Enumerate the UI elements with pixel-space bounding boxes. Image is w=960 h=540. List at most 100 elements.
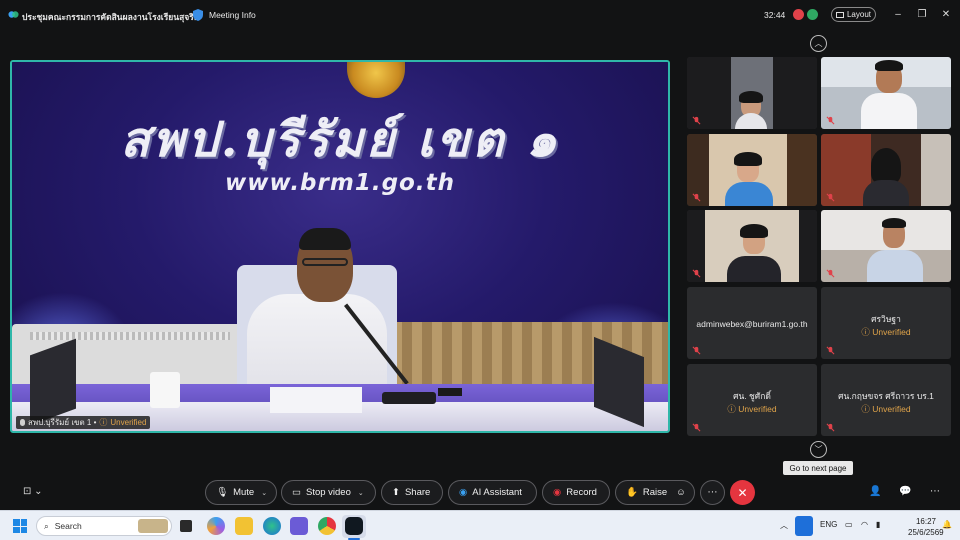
muted-mic-icon: [826, 193, 835, 202]
reactions-icon[interactable]: ☺: [676, 487, 686, 498]
raise-label: Raise: [642, 487, 668, 498]
body: [861, 93, 917, 129]
stop-video-button[interactable]: ▭ Stop video ⌄: [281, 480, 376, 505]
banner-title: สพป.บุรีรัมย์ เขต ๑: [120, 112, 560, 168]
task-view-icon[interactable]: [180, 520, 192, 532]
media-player-icon[interactable]: [290, 517, 308, 535]
copilot-icon[interactable]: [207, 517, 225, 535]
participants-icon[interactable]: 👤: [869, 486, 881, 497]
muted-mic-icon: [826, 423, 835, 432]
speaker-name: สพป.บุรีรัมย์ เขต 1 •: [28, 418, 97, 427]
restore-icon[interactable]: ❐: [916, 9, 928, 21]
participant-tile[interactable]: [687, 57, 817, 129]
chevron-down-icon[interactable]: ⌄: [358, 489, 364, 497]
clock-time: 16:27: [915, 517, 936, 526]
active-speaker-video[interactable]: สพป.บุรีรัมย์ เขต ๑ www.brm1.go.th สพป.บ…: [10, 60, 670, 433]
close-icon[interactable]: ✕: [940, 9, 952, 21]
participant-status: ⓘ Unverified: [861, 404, 911, 414]
leave-meeting-button[interactable]: ✕: [730, 480, 755, 505]
video-camera-icon: ▭: [292, 487, 301, 498]
participant-tile[interactable]: [687, 210, 817, 282]
muted-mic-icon: [692, 116, 701, 125]
search-icon: ⌕: [44, 520, 49, 531]
body: [867, 250, 923, 282]
chrome-browser-icon[interactable]: [318, 517, 336, 535]
display-icon[interactable]: ▭: [845, 520, 853, 529]
participant-tile[interactable]: ศรวิษฐา ⓘ Unverified: [821, 287, 951, 359]
paper: [270, 387, 362, 413]
muted-mic-icon: [692, 269, 701, 278]
more-panels-icon[interactable]: ⋯: [930, 486, 940, 497]
ai-assistant-button[interactable]: ◉ AI Assistant: [448, 480, 537, 505]
language-indicator[interactable]: ENG: [820, 520, 837, 529]
more-options-button[interactable]: ⋯: [700, 480, 725, 505]
participant-tile[interactable]: [821, 57, 951, 129]
taskbar-search[interactable]: ⌕ Search: [36, 516, 172, 536]
participant-status: ⓘ Unverified: [861, 327, 911, 337]
muted-mic-icon: [692, 346, 701, 355]
record-icon: ◉: [553, 487, 562, 498]
search-placeholder: Search: [54, 521, 82, 531]
meeting-timer: 32:44: [764, 10, 786, 20]
layout-button[interactable]: Layout: [831, 7, 876, 22]
windows-start-icon[interactable]: [13, 519, 27, 533]
body: [863, 180, 909, 206]
microphone-base: [382, 392, 436, 404]
status-text: Unverified: [872, 404, 911, 414]
participant-tile[interactable]: ศน.กฤษขจร ศรีถาวร บร.1 ⓘ Unverified: [821, 364, 951, 436]
speaker-name-label: สพป.บุรีรัมย์ เขต 1 • ⓘ Unverified: [16, 416, 151, 429]
status-text: Unverified: [872, 327, 911, 337]
next-page-button[interactable]: ﹀: [810, 441, 827, 458]
participant-tile[interactable]: ศน. ชูศักดิ์ ⓘ Unverified: [687, 364, 817, 436]
mug: [150, 372, 180, 408]
muted-mic-icon: [692, 193, 701, 202]
hair: [740, 224, 768, 238]
muted-mic-icon: [692, 423, 701, 432]
shield-icon[interactable]: [193, 9, 203, 21]
raise-hand-button[interactable]: ✋ Raise ☺: [615, 480, 695, 505]
status-text: Unverified: [738, 404, 777, 414]
muted-mic-icon: [826, 116, 835, 125]
participant-tile[interactable]: adminwebex@buriram1.go.th: [687, 287, 817, 359]
chevron-up-icon[interactable]: ︿: [780, 520, 788, 531]
glasses: [302, 258, 348, 266]
windows-taskbar: ⌕ Search ︿ ENG ▭ ◠ ▮ 16:27 25/6/2569 🔔: [0, 510, 960, 540]
muted-mic-icon: [826, 269, 835, 278]
connection-status-icon: [807, 9, 818, 20]
participant-name: ศรวิษฐา: [871, 314, 901, 324]
edge-browser-icon[interactable]: [263, 517, 281, 535]
participant-name: adminwebex@buriram1.go.th: [696, 319, 808, 329]
meeting-info-link[interactable]: Meeting Info: [209, 10, 256, 20]
muted-mic-icon: [826, 346, 835, 355]
participant-name: ศน.กฤษขจร ศรีถาวร บร.1: [838, 391, 934, 401]
record-button[interactable]: ◉ Record: [542, 480, 610, 505]
chevron-down-icon[interactable]: ⌄: [261, 489, 267, 497]
clock-date: 25/6/2569: [908, 528, 944, 537]
share-icon: ⬆: [392, 487, 400, 498]
microphone-in-use-icon[interactable]: [795, 516, 813, 536]
system-clock[interactable]: 16:27 25/6/2569: [908, 516, 944, 538]
speaker-status: Unverified: [110, 418, 147, 427]
participant-tile[interactable]: [821, 210, 951, 282]
participant-status: ⓘ Unverified: [727, 404, 777, 414]
file-explorer-icon[interactable]: [235, 517, 253, 535]
participant-name: ศน. ชูศักดิ์: [733, 391, 771, 401]
webex-app-icon[interactable]: [345, 517, 363, 535]
mute-button[interactable]: 🎙 Mute ⌄: [205, 480, 277, 505]
hand-icon: ✋: [626, 487, 638, 498]
hair: [882, 218, 906, 228]
participant-tile[interactable]: [687, 134, 817, 206]
previous-page-button[interactable]: ︿: [810, 35, 827, 52]
captions-icon[interactable]: ⊡ ⌄: [23, 486, 43, 497]
hair: [871, 148, 901, 184]
microphone-icon: [20, 419, 25, 426]
share-button[interactable]: ⬆ Share: [381, 480, 443, 505]
layout-label: Layout: [846, 10, 872, 19]
network-icon[interactable]: ◠: [861, 520, 868, 529]
minimize-icon[interactable]: –: [892, 9, 904, 21]
notification-bell-icon[interactable]: 🔔: [942, 520, 952, 529]
participant-tile[interactable]: [821, 134, 951, 206]
chat-icon[interactable]: 💬: [899, 486, 911, 497]
layout-icon: [835, 11, 844, 18]
battery-icon[interactable]: ▮: [876, 520, 880, 529]
